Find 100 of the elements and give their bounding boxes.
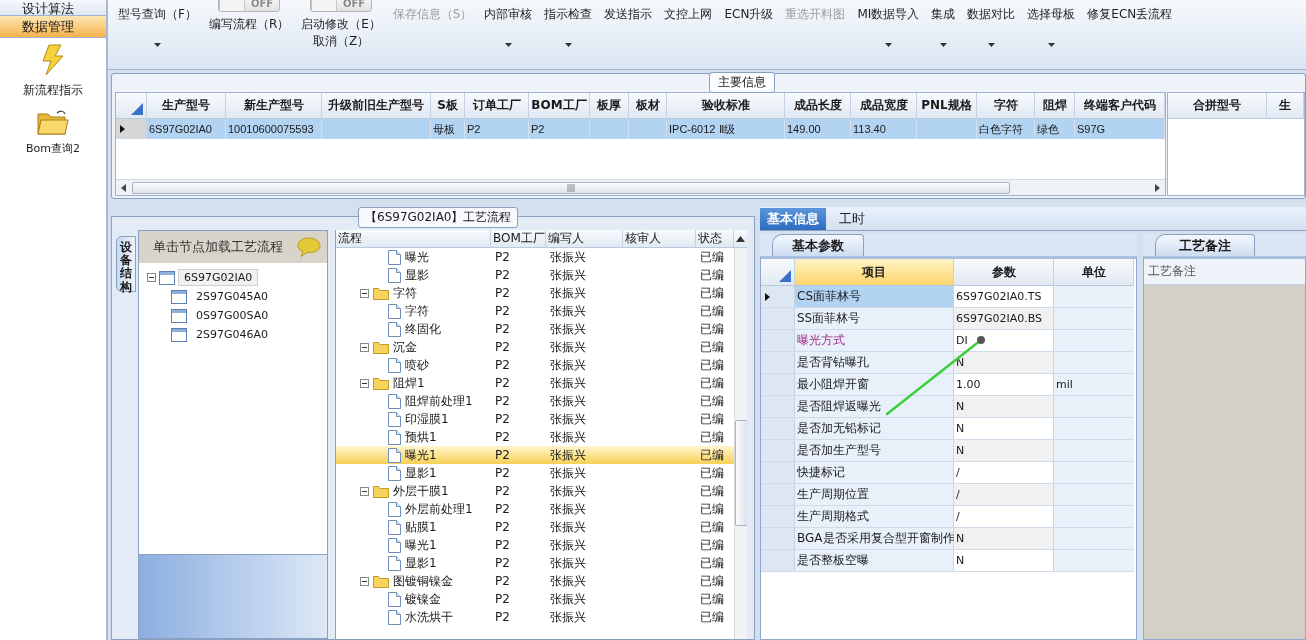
column-header[interactable]: 生产型号 [147,93,226,119]
launcher-label[interactable]: 新流程指示 [23,82,83,99]
column-header[interactable]: 验收标准 [667,93,785,119]
launcher-label[interactable]: Bom查询2 [26,141,80,156]
tree-node[interactable]: 2S97G045A0 [190,288,275,305]
sidebar-group[interactable]: 设计算法 [0,0,106,16]
collapse-icon[interactable] [360,288,369,298]
ribbon-command[interactable]: ECN升级 [724,6,774,23]
collapse-icon[interactable] [360,378,369,388]
table-cell-text: 张振兴 [549,500,587,518]
flow-row[interactable]: 曝光1 P2 张振兴 已编 [336,446,734,464]
ribbon-command[interactable]: 文控上网 [664,6,713,23]
parameter-value[interactable]: N [954,550,1054,572]
step-label: 曝光1 [405,446,437,464]
folder-icon[interactable] [37,109,69,135]
column-header[interactable]: 板厚 [590,93,629,119]
dropdown-caret-icon[interactable] [504,43,512,47]
column-header[interactable]: 阻焊 [1035,93,1075,119]
column-header[interactable]: 生 [1267,93,1304,119]
horizontal-scrollbar[interactable] [116,179,1165,195]
ribbon-command[interactable]: 选择母板 [1027,6,1076,23]
column-header[interactable]: 状态 [696,230,734,248]
ribbon-command[interactable]: 数据对比 [967,6,1016,23]
parameter-name: 曝光方式 [795,330,954,352]
table-cell-text: 已编 [699,410,725,428]
collapse-icon[interactable] [360,342,369,352]
ribbon-command[interactable]: 内部审核 [484,6,533,23]
column-header[interactable]: 单位 [1054,259,1134,286]
table-cell-text: 张振兴 [549,356,587,374]
sidebar-group[interactable]: 数据管理 [0,16,106,38]
dropdown-caret-icon[interactable] [153,43,161,47]
dropdown-caret-icon[interactable] [987,43,995,47]
column-header[interactable]: 参数 [954,259,1054,286]
column-header[interactable]: S板 [431,93,465,119]
panel-tab[interactable]: 基本参数 [772,234,864,256]
document-icon [388,303,401,319]
ribbon-command[interactable]: 发送指示 [604,6,653,23]
row-header[interactable] [761,286,795,308]
parameter-value[interactable]: N [954,418,1054,440]
collapse-icon[interactable] [147,273,156,282]
column-header[interactable]: 订单工厂 [465,93,529,119]
ribbon-command[interactable]: 编写流程（R） [208,16,290,33]
header-corner[interactable] [761,259,795,286]
tree-node[interactable]: 2S97G046A0 [190,326,275,343]
lightning-icon[interactable] [40,44,66,76]
column-header[interactable]: 核审人 [623,230,696,248]
ribbon-command[interactable]: 修复ECN丢流程 [1087,6,1173,23]
ribbon-command[interactable]: 集成 [931,6,956,23]
tab[interactable]: 基本信息 [760,208,826,230]
column-header[interactable]: 项目 [795,259,954,286]
panel-title: 【6S97G02IA0】工艺流程 [358,207,519,228]
parameter-value[interactable]: 6S97G02IA0.BS [954,308,1054,330]
select-all-icon[interactable] [779,270,791,282]
column-header[interactable]: 字符 [977,93,1035,119]
dropdown-caret-icon[interactable] [939,43,947,47]
parameter-value[interactable]: 6S97G02IA0.TS [954,286,1054,308]
column-header[interactable]: 成品宽度 [851,93,917,119]
table-cell-text: 张振兴 [549,410,587,428]
collapse-icon[interactable] [360,576,369,586]
dropdown-caret-icon[interactable] [564,43,572,47]
ribbon-command[interactable]: MI数据导入 [857,6,920,23]
parameter-value[interactable]: DI [954,330,1054,352]
parameter-value[interactable]: N [954,440,1054,462]
parameter-value[interactable]: / [954,484,1054,506]
row-header[interactable] [116,119,147,139]
column-header[interactable]: 合拼型号 [1168,93,1267,119]
dropdown-caret-icon[interactable] [884,43,892,47]
column-header[interactable]: 新生产型号 [226,93,322,119]
column-header[interactable]: BOM工厂 [529,93,590,119]
column-header[interactable]: 板材 [629,93,667,119]
parameter-value[interactable]: N [954,528,1054,550]
ribbon-command[interactable]: 指示检查 [544,6,593,23]
collapse-icon[interactable] [360,486,369,496]
panel-tab[interactable]: 工艺备注 [1155,234,1255,256]
step-label: 水洗烘干 [405,608,453,626]
table-cell-text: 已编 [699,572,725,590]
select-all-icon[interactable] [131,103,143,115]
document-icon [388,267,401,283]
parameter-value[interactable]: N [954,396,1054,418]
header-corner[interactable] [116,93,147,119]
column-header[interactable]: 终端客户代码 [1075,93,1165,119]
column-header[interactable]: 编写人 [546,230,623,248]
column-header[interactable]: 升级前旧生产型号 [322,93,431,119]
dropdown-caret-icon[interactable] [1047,43,1055,47]
ribbon-command[interactable]: 型号查询（F） [118,6,197,23]
vertical-scrollbar[interactable] [734,248,747,639]
tab[interactable]: 工时 [832,208,872,230]
column-header[interactable]: 流程 [336,230,491,248]
column-header[interactable]: BOM工厂 [491,230,546,248]
ribbon-command[interactable]: 取消（Z） [312,33,370,50]
column-header[interactable]: PNL规格 [917,93,977,119]
parameter-value[interactable]: / [954,506,1054,528]
column-header[interactable]: 成品长度 [785,93,851,119]
tree-node[interactable]: 6S97G02IA0 [178,269,259,286]
parameter-value[interactable]: / [954,462,1054,484]
parameter-value[interactable]: 1.00 [954,374,1054,396]
ribbon-command[interactable]: 启动修改（E） [301,16,381,33]
tree-node[interactable]: 0S97G00SA0 [190,307,275,324]
scroll-up-icon[interactable] [736,235,745,242]
side-tab[interactable]: 设备结构 [116,236,136,292]
